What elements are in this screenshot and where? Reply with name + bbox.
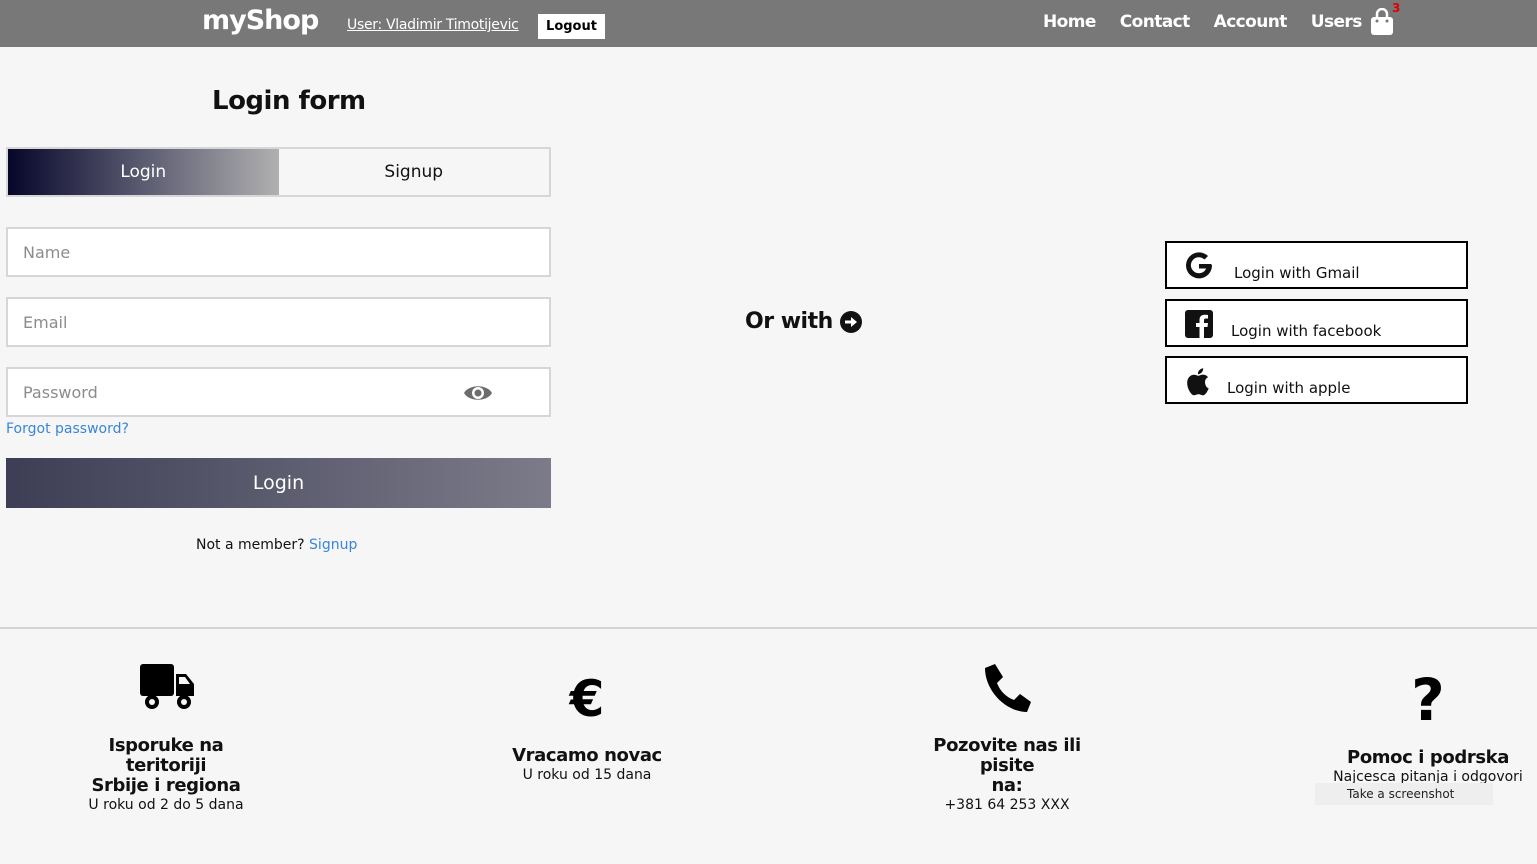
svg-text:?: ? (1411, 670, 1445, 726)
feature-money-back: € Vracamo novac U roku od 15 dana (487, 672, 687, 784)
forgot-password-link[interactable]: Forgot password? (6, 421, 129, 437)
phone-icon (985, 664, 1031, 712)
login-form-title: Login form (212, 86, 366, 116)
footer-divider (0, 627, 1537, 629)
login-submit-button[interactable]: Login (6, 458, 551, 508)
login-facebook-button[interactable]: Login with facebook (1165, 299, 1468, 347)
apple-icon (1187, 368, 1209, 396)
login-gmail-button[interactable]: Login with Gmail (1165, 241, 1468, 289)
login-gmail-label: Login with Gmail (1234, 264, 1360, 282)
logout-button[interactable]: Logout (538, 14, 605, 39)
main-nav: Home Contact Account Users (1043, 12, 1386, 32)
or-with-label: Or with (745, 309, 863, 334)
nav-contact[interactable]: Contact (1120, 12, 1190, 32)
feature-contact: Pozovite nas ili pisite na: +381 64 253 … (907, 660, 1107, 814)
login-apple-button[interactable]: Login with apple (1165, 356, 1468, 404)
user-link[interactable]: User: Vladimir Timotijevic (347, 17, 519, 33)
feature-contact-phone: +381 64 253 XXX (944, 797, 1070, 813)
feature-contact-title-1: Pozovite nas ili pisite (933, 735, 1081, 776)
cart-count-badge: 3 (1392, 1, 1401, 15)
not-member-label: Not a member? (196, 537, 305, 553)
svg-text:€: € (569, 672, 605, 724)
google-icon (1186, 252, 1212, 279)
eye-icon[interactable] (463, 382, 493, 404)
signup-link[interactable]: Signup (309, 537, 357, 553)
feature-money-back-title: Vracamo novac (512, 745, 662, 766)
email-input[interactable] (23, 312, 443, 332)
not-member-text: Not a member? Signup (196, 537, 357, 553)
login-facebook-label: Login with facebook (1231, 322, 1382, 340)
password-input[interactable] (23, 382, 443, 402)
top-navbar: myShop User: Vladimir Timotijevic Logout… (0, 0, 1537, 47)
feature-delivery: Isporuke na teritoriji Srbije i regiona … (66, 660, 266, 814)
arrow-circle-right-icon (839, 310, 862, 333)
email-field (6, 297, 551, 347)
feature-help-title: Pomoc i podrska (1347, 747, 1509, 768)
auth-tabs: Login Signup (6, 147, 551, 197)
feature-contact-title-2: na: (991, 775, 1023, 796)
nav-users[interactable]: Users (1311, 12, 1363, 32)
euro-icon: € (569, 672, 605, 724)
tab-signup[interactable]: Signup (279, 149, 550, 195)
brand-logo[interactable]: myShop (202, 5, 319, 36)
nav-home[interactable]: Home (1043, 12, 1096, 32)
tab-login[interactable]: Login (8, 149, 279, 195)
or-with-text: Or with (745, 309, 833, 334)
feature-help: ? Pomoc i podrska Najcesca pitanja i odg… (1318, 670, 1537, 786)
name-input[interactable] (23, 242, 443, 262)
name-field (6, 227, 551, 277)
feature-delivery-title-1: Isporuke na teritoriji (108, 735, 224, 776)
login-apple-label: Login with apple (1227, 379, 1351, 397)
take-screenshot-tooltip[interactable]: Take a screenshot (1315, 783, 1493, 805)
facebook-icon (1185, 310, 1213, 338)
feature-delivery-subtitle: U roku od 2 do 5 dana (88, 797, 244, 813)
feature-money-back-subtitle: U roku od 15 dana (522, 767, 652, 783)
question-icon: ? (1411, 670, 1445, 726)
password-field (6, 367, 551, 417)
truck-icon (140, 664, 194, 709)
nav-account[interactable]: Account (1214, 12, 1288, 32)
feature-delivery-title-2: Srbije i regiona (91, 775, 241, 796)
